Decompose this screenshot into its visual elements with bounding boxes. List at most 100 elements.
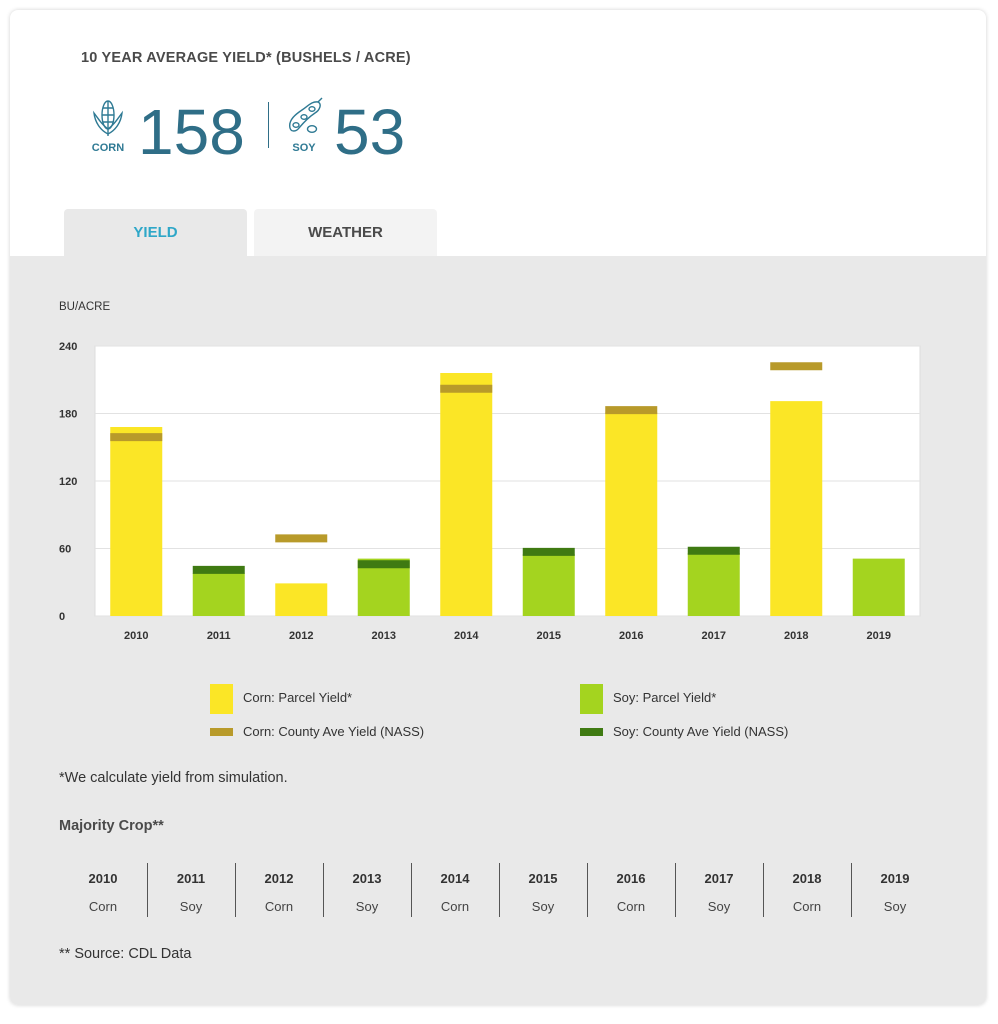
column-divider (851, 863, 852, 917)
corn-county-marker (605, 406, 658, 415)
y-tick-label: 60 (59, 544, 71, 556)
legend-swatch (580, 684, 603, 714)
tab-weather[interactable]: WEATHER (254, 209, 437, 257)
corn-county-marker (440, 384, 493, 393)
corn-stat: CORN 158 (86, 92, 266, 172)
x-tick-label: 2013 (372, 630, 396, 642)
corn-county-marker (275, 534, 328, 543)
y-tick-label: 120 (59, 476, 77, 488)
y-axis-unit-label: BU/ACRE (59, 301, 111, 313)
legend-label: Soy: Parcel Yield* (613, 690, 717, 705)
crop-year: 2019 (880, 871, 910, 886)
crop-type: Corn (88, 899, 118, 914)
legend-label: Soy: County Ave Yield (NASS) (613, 724, 789, 739)
crop-cell-2015: 2015 Soy (499, 861, 587, 917)
crop-type: Corn (440, 899, 470, 914)
majority-crop-table: 2010 Corn 2011 Soy 2012 Corn 2013 Soy 20… (59, 861, 939, 917)
y-tick-label: 0 (59, 611, 65, 623)
x-tick-label: 2011 (207, 630, 231, 642)
crop-year: 2012 (264, 871, 294, 886)
column-divider (235, 863, 236, 917)
corn-icon: CORN (86, 96, 130, 156)
soy-label: SOY (292, 142, 316, 154)
crop-cell-2011: 2011 Soy (147, 861, 235, 917)
crop-cell-2019: 2019 Soy (851, 861, 939, 917)
x-tick-label: 2018 (784, 630, 808, 642)
crop-cell-2017: 2017 Soy (675, 861, 763, 917)
crop-year: 2010 (88, 871, 118, 886)
legend-swatch (580, 728, 603, 736)
yield-panel: BU/ACRE 0 60 120 180 240 2010 2011 2012 2013 2014… (10, 256, 986, 1005)
legend-label: Corn: Parcel Yield* (243, 690, 353, 705)
soy-county-marker (522, 547, 575, 556)
corn-average-value: 158 (138, 96, 245, 168)
x-tick-label: 2017 (702, 630, 726, 642)
column-divider (763, 863, 764, 917)
soy-county-marker (687, 546, 740, 555)
x-tick-label: 2015 (537, 630, 561, 642)
stat-divider (268, 102, 269, 148)
corn-county-marker (770, 362, 823, 371)
soy-county-marker (192, 565, 245, 574)
crop-type: Corn (792, 899, 822, 914)
crop-type: Corn (616, 899, 646, 914)
column-divider (499, 863, 500, 917)
legend-swatch (210, 684, 233, 714)
corn-label: CORN (91, 142, 125, 154)
crop-type: Corn (264, 899, 294, 914)
x-tick-label: 2014 (454, 630, 479, 642)
x-tick-label: 2010 (124, 630, 148, 642)
soy-stat: SOY 53 (282, 92, 422, 172)
column-divider (587, 863, 588, 917)
y-tick-label: 180 (59, 409, 77, 421)
corn-parcel-bar (110, 427, 163, 616)
majority-crop-title: Majority Crop** (59, 818, 164, 834)
soybean-icon: SOY (282, 96, 326, 156)
crop-year: 2018 (792, 871, 822, 886)
crop-type: Soy (707, 899, 731, 914)
average-yield-title: 10 YEAR AVERAGE YIELD* (BUSHELS / ACRE) (81, 50, 411, 66)
corn-parcel-bar (605, 412, 658, 616)
crop-type: Soy (531, 899, 555, 914)
column-divider (411, 863, 412, 917)
corn-parcel-bar (275, 583, 328, 616)
tab-yield[interactable]: YIELD (64, 209, 247, 257)
crop-year: 2013 (352, 871, 382, 886)
x-tick-label: 2016 (619, 630, 643, 642)
soy-average-value: 53 (334, 96, 406, 168)
column-divider (675, 863, 676, 917)
crop-year: 2017 (704, 871, 734, 886)
crop-year: 2011 (176, 871, 206, 886)
crop-year: 2014 (440, 871, 470, 886)
crop-cell-2014: 2014 Corn (411, 861, 499, 917)
crop-year: 2015 (528, 871, 558, 886)
column-divider (323, 863, 324, 917)
x-tick-label: 2012 (289, 630, 313, 642)
crop-year: 2016 (616, 871, 646, 886)
crop-cell-2013: 2013 Soy (323, 861, 411, 917)
corn-parcel-bar (770, 401, 823, 616)
crop-type: Soy (355, 899, 379, 914)
y-tick-label: 240 (59, 341, 77, 353)
yield-chart: 0 60 120 180 240 2010 2011 2012 2013 2014 2015 2016… (59, 341, 921, 642)
soy-parcel-bar (192, 573, 245, 616)
corn-parcel-bar (440, 373, 493, 616)
column-divider (147, 863, 148, 917)
crop-cell-2018: 2018 Corn (763, 861, 851, 917)
soy-county-marker (357, 560, 410, 569)
crop-cell-2012: 2012 Corn (235, 861, 323, 917)
yield-card: 10 YEAR AVERAGE YIELD* (BUSHELS / ACRE) … (10, 10, 986, 1005)
source-footnote: ** Source: CDL Data (59, 946, 192, 962)
soy-parcel-bar (852, 558, 905, 616)
x-tick-label: 2019 (867, 630, 891, 642)
crop-type: Soy (883, 899, 907, 914)
crop-cell-2010: 2010 Corn (59, 861, 147, 917)
soy-parcel-bar (687, 553, 740, 616)
corn-county-marker (110, 433, 163, 442)
soy-parcel-bar (522, 554, 575, 616)
crop-type: Soy (179, 899, 203, 914)
legend-swatch (210, 728, 233, 736)
crop-cell-2016: 2016 Corn (587, 861, 675, 917)
legend-label: Corn: County Ave Yield (NASS) (243, 724, 425, 739)
simulation-footnote: *We calculate yield from simulation. (59, 770, 288, 786)
